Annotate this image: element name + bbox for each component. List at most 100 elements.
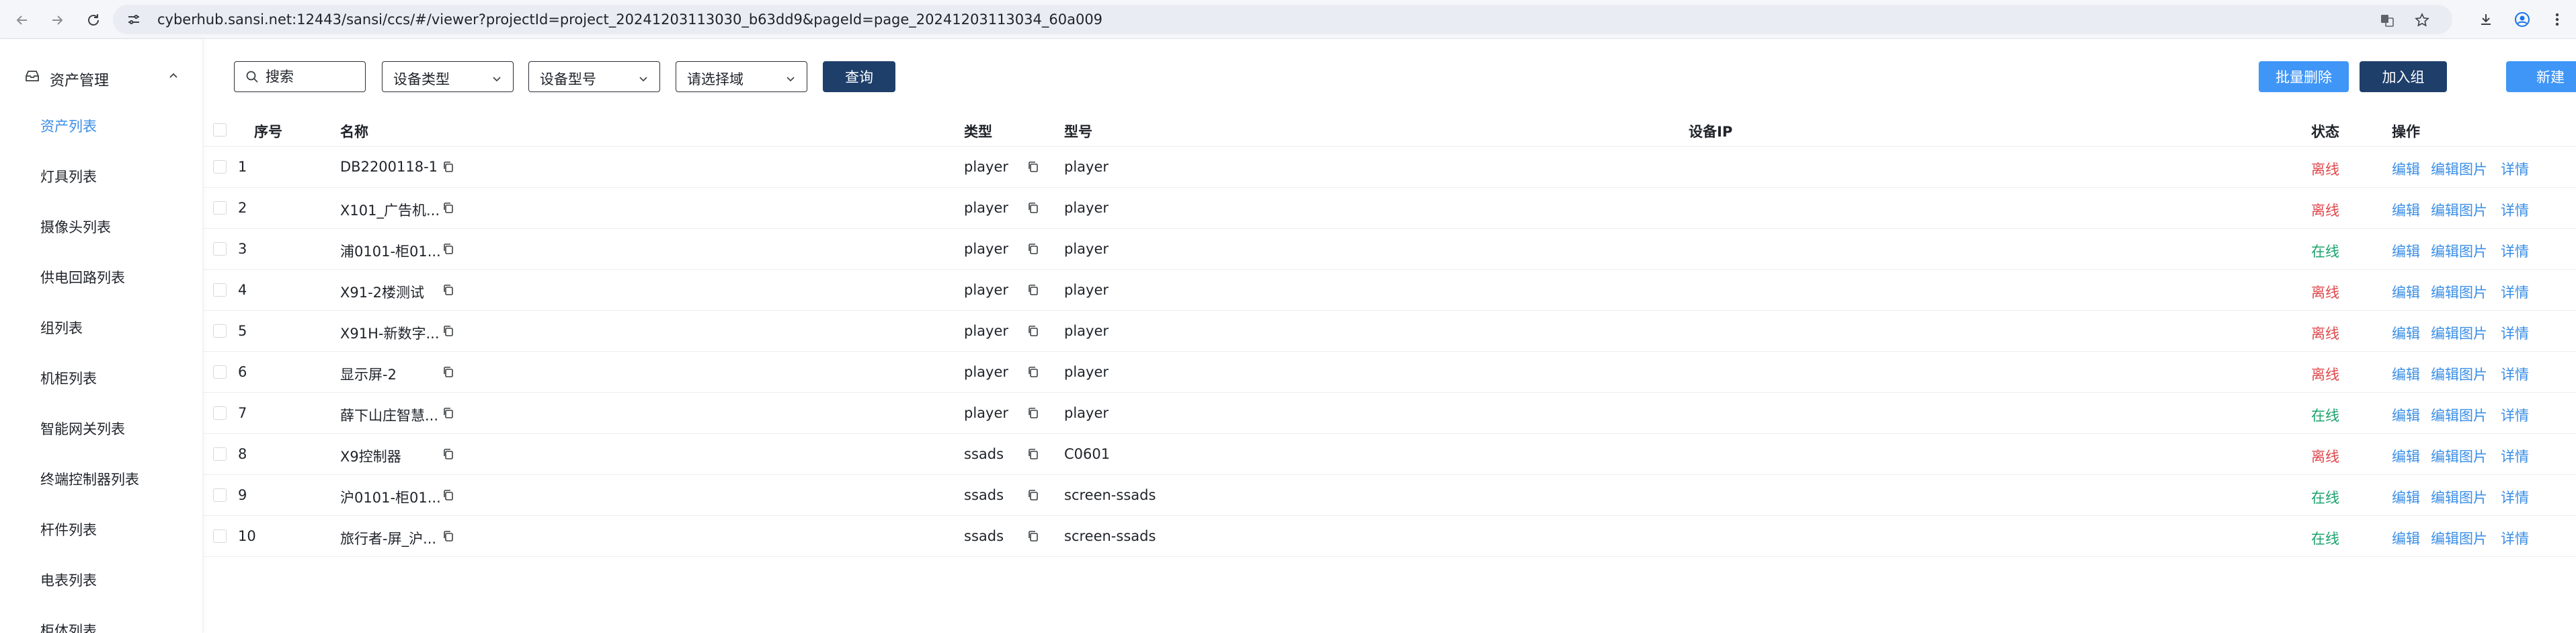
copy-icon[interactable] <box>442 530 454 542</box>
search-input[interactable] <box>266 66 360 87</box>
translate-icon[interactable] <box>2380 13 2394 28</box>
select-all-checkbox[interactable] <box>213 123 227 137</box>
edit-image-link[interactable]: 编辑图片 <box>2431 282 2487 302</box>
sidebar-item-cabinet-list[interactable]: 机柜列表 <box>40 368 97 388</box>
copy-icon[interactable] <box>442 407 454 419</box>
edit-link[interactable]: 编辑 <box>2392 200 2420 220</box>
browser-menu-icon[interactable] <box>2548 10 2567 29</box>
edit-link[interactable]: 编辑 <box>2392 487 2420 507</box>
copy-icon[interactable] <box>442 448 454 460</box>
sidebar-item-power-circuit-list[interactable]: 供电回路列表 <box>40 267 125 287</box>
join-group-button[interactable]: 加入组 <box>2360 61 2447 92</box>
edit-link[interactable]: 编辑 <box>2392 446 2420 466</box>
row-checkbox[interactable] <box>213 488 227 502</box>
copy-icon[interactable] <box>1027 407 1039 419</box>
sidebar-item-lamp-list[interactable]: 灯具列表 <box>40 166 97 186</box>
detail-link[interactable]: 详情 <box>2501 159 2529 179</box>
device-type-select[interactable]: 设备类型 <box>382 61 514 92</box>
table-row[interactable]: 10 旅行者-屏_沪... ssads screen-ssads 在线 编辑 编辑图片 详情 <box>203 516 2576 557</box>
sidebar-item-asset-list[interactable]: 资产列表 <box>40 116 97 136</box>
edit-image-link[interactable]: 编辑图片 <box>2431 405 2487 425</box>
reload-icon[interactable] <box>83 10 104 30</box>
copy-icon[interactable] <box>1027 530 1039 542</box>
url-text[interactable]: cyberhub.sansi.net:12443/sansi/ccs/#/vie… <box>157 11 1102 28</box>
sidebar-item-pole-list[interactable]: 杆件列表 <box>40 519 97 539</box>
search-box[interactable] <box>234 61 366 92</box>
edit-image-link[interactable]: 编辑图片 <box>2431 528 2487 548</box>
row-checkbox[interactable] <box>213 529 227 543</box>
copy-icon[interactable] <box>442 325 454 337</box>
new-button[interactable]: 新建 <box>2506 61 2576 92</box>
bookmark-star-icon[interactable] <box>2415 13 2429 28</box>
table-row[interactable]: 3 浦0101-柜01... player player 在线 编辑 编辑图片 详情 <box>203 229 2576 270</box>
sidebar-group-asset-management[interactable]: 资产管理 <box>0 52 202 100</box>
table-row[interactable]: 5 X91H-新数字... player player 离线 编辑 编辑图片 详情 <box>203 311 2576 352</box>
row-checkbox[interactable] <box>213 242 227 256</box>
back-icon[interactable] <box>12 10 32 30</box>
row-checkbox[interactable] <box>213 365 227 379</box>
table-row[interactable]: 1 DB2200118-1 player player 离线 编辑 编辑图片 详情 <box>203 147 2576 188</box>
detail-link[interactable]: 详情 <box>2501 323 2529 343</box>
site-settings-icon[interactable] <box>128 14 140 25</box>
copy-icon[interactable] <box>1027 489 1039 501</box>
profile-avatar-icon[interactable] <box>2513 10 2532 29</box>
detail-link[interactable]: 详情 <box>2501 364 2529 384</box>
sidebar-item-terminal-controller-list[interactable]: 终端控制器列表 <box>40 469 139 489</box>
copy-icon[interactable] <box>1027 325 1039 337</box>
sidebar-item-cabinet-body-list[interactable]: 柜体列表 <box>40 620 97 633</box>
detail-link[interactable]: 详情 <box>2501 200 2529 220</box>
table-row[interactable]: 7 薛下山庄智慧... player player 在线 编辑 编辑图片 详情 <box>203 393 2576 434</box>
sidebar-item-camera-list[interactable]: 摄像头列表 <box>40 217 111 237</box>
edit-image-link[interactable]: 编辑图片 <box>2431 241 2487 261</box>
copy-icon[interactable] <box>442 243 454 255</box>
batch-delete-button[interactable]: 批量删除 <box>2259 61 2349 92</box>
copy-icon[interactable] <box>1027 448 1039 460</box>
edit-image-link[interactable]: 编辑图片 <box>2431 323 2487 343</box>
edit-image-link[interactable]: 编辑图片 <box>2431 159 2487 179</box>
table-row[interactable]: 9 沪0101-柜01... ssads screen-ssads 在线 编辑 编辑图片 详情 <box>203 475 2576 516</box>
sidebar-item-group-list[interactable]: 组列表 <box>40 318 83 338</box>
device-model-select[interactable]: 设备型号 <box>528 61 660 92</box>
edit-link[interactable]: 编辑 <box>2392 241 2420 261</box>
table-row[interactable]: 8 X9控制器 ssads C0601 离线 编辑 编辑图片 详情 <box>203 434 2576 475</box>
edit-link[interactable]: 编辑 <box>2392 528 2420 548</box>
edit-link[interactable]: 编辑 <box>2392 364 2420 384</box>
edit-link[interactable]: 编辑 <box>2392 405 2420 425</box>
detail-link[interactable]: 详情 <box>2501 241 2529 261</box>
copy-icon[interactable] <box>442 161 454 173</box>
sidebar-item-meter-list[interactable]: 电表列表 <box>40 570 97 590</box>
query-button[interactable]: 查询 <box>823 61 895 92</box>
detail-link[interactable]: 详情 <box>2501 446 2529 466</box>
table-row[interactable]: 4 X91-2楼测试 player player 离线 编辑 编辑图片 详情 <box>203 270 2576 311</box>
copy-icon[interactable] <box>1027 366 1039 378</box>
chevron-up-icon[interactable] <box>167 69 180 82</box>
edit-image-link[interactable]: 编辑图片 <box>2431 487 2487 507</box>
copy-icon[interactable] <box>1027 243 1039 255</box>
copy-icon[interactable] <box>442 489 454 501</box>
row-checkbox[interactable] <box>213 201 227 215</box>
copy-icon[interactable] <box>442 284 454 296</box>
edit-image-link[interactable]: 编辑图片 <box>2431 364 2487 384</box>
row-checkbox[interactable] <box>213 160 227 174</box>
table-row[interactable]: 2 X101_广告机... player player 离线 编辑 编辑图片 详情 <box>203 188 2576 229</box>
row-checkbox[interactable] <box>213 406 227 420</box>
copy-icon[interactable] <box>1027 284 1039 296</box>
row-checkbox[interactable] <box>213 447 227 461</box>
detail-link[interactable]: 详情 <box>2501 487 2529 507</box>
edit-link[interactable]: 编辑 <box>2392 323 2420 343</box>
row-checkbox[interactable] <box>213 283 227 297</box>
copy-icon[interactable] <box>442 202 454 214</box>
copy-icon[interactable] <box>1027 161 1039 173</box>
copy-icon[interactable] <box>1027 202 1039 214</box>
row-checkbox[interactable] <box>213 324 227 338</box>
detail-link[interactable]: 详情 <box>2501 282 2529 302</box>
area-select[interactable]: 请选择域 <box>676 61 807 92</box>
sidebar-item-smart-gateway-list[interactable]: 智能网关列表 <box>40 418 125 439</box>
address-bar[interactable]: cyberhub.sansi.net:12443/sansi/ccs/#/vie… <box>113 5 2452 34</box>
edit-image-link[interactable]: 编辑图片 <box>2431 446 2487 466</box>
edit-link[interactable]: 编辑 <box>2392 282 2420 302</box>
forward-icon[interactable] <box>47 10 67 30</box>
copy-icon[interactable] <box>442 366 454 378</box>
edit-link[interactable]: 编辑 <box>2392 159 2420 179</box>
download-icon[interactable] <box>2477 10 2495 29</box>
